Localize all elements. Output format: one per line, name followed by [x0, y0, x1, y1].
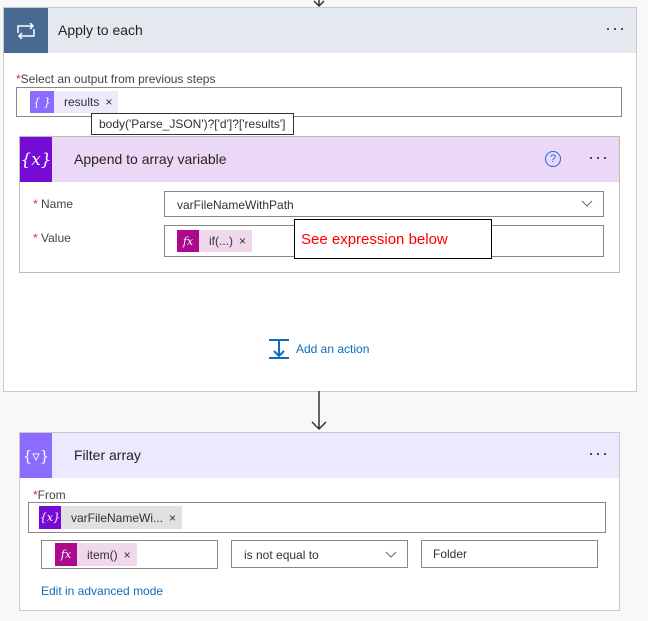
required-mark: * — [33, 231, 38, 245]
help-icon[interactable]: ? — [545, 151, 561, 167]
operator-select[interactable]: is not equal to — [231, 540, 408, 568]
required-mark: * — [33, 197, 38, 211]
select-output-label: *Select an output from previous steps — [16, 72, 215, 86]
fx-icon: fx — [177, 230, 199, 252]
variable-token-label: varFileNameWi... — [71, 510, 164, 525]
remove-token-button[interactable]: × — [105, 95, 118, 109]
operator-select-value: is not equal to — [244, 548, 319, 562]
add-action-button[interactable]: Add an action — [268, 338, 369, 360]
append-title: Append to array variable — [74, 151, 227, 167]
results-token-label: results — [64, 95, 100, 109]
more-options-button[interactable]: ··· — [588, 443, 609, 464]
remove-token-button[interactable]: × — [169, 511, 182, 525]
token-tooltip: body('Parse_JSON')?['d']?['results'] — [91, 113, 294, 135]
apply-to-each-title: Apply to each — [58, 22, 143, 38]
chevron-down-icon — [385, 551, 397, 558]
expression-token-icon: { } — [30, 91, 54, 113]
name-label-text: Name — [41, 197, 74, 211]
connector-arrow — [311, 391, 327, 431]
condition-right-value: Folder — [433, 547, 468, 561]
from-label: *From — [33, 488, 66, 502]
from-input[interactable]: {x} varFileNameWi... × — [28, 502, 606, 533]
value-label-text: Value — [41, 231, 71, 245]
more-options-button[interactable]: ··· — [588, 147, 609, 168]
filter-header[interactable]: {▿} Filter array ··· — [20, 433, 619, 478]
from-label-text: From — [37, 488, 66, 502]
name-label: * Name — [33, 197, 73, 211]
name-select-value: varFileNameWithPath — [177, 198, 294, 212]
results-token[interactable]: { } results × — [30, 91, 119, 113]
if-token-label: if(...) — [209, 234, 233, 248]
loop-icon — [4, 8, 48, 53]
filter-array-card: {▿} Filter array ··· *From {x} varFileNa… — [19, 432, 620, 611]
add-action-icon — [269, 339, 289, 359]
filter-title: Filter array — [74, 447, 141, 463]
apply-to-each-header[interactable]: Apply to each ··· — [4, 8, 636, 53]
chevron-down-icon — [581, 200, 593, 207]
select-output-label-text: Select an output from previous steps — [20, 72, 216, 86]
name-select[interactable]: varFileNameWithPath — [164, 191, 604, 217]
add-action-label: Add an action — [296, 342, 370, 356]
variable-icon: {x} — [20, 137, 52, 182]
remove-token-button[interactable]: × — [124, 548, 137, 562]
variable-icon: {x} — [39, 506, 61, 529]
annotation-box: See expression below — [294, 219, 492, 259]
value-label: * Value — [33, 231, 71, 245]
append-to-array-card: {x} Append to array variable ? ··· * Nam… — [19, 136, 620, 273]
condition-left-input[interactable]: fx item() × — [41, 540, 218, 569]
condition-right-input[interactable]: Folder — [421, 540, 598, 568]
fx-icon: fx — [55, 543, 77, 566]
more-options-button[interactable]: ··· — [605, 18, 626, 39]
item-expression-token[interactable]: fx item() × — [55, 543, 137, 566]
edit-advanced-mode-link[interactable]: Edit in advanced mode — [41, 584, 163, 598]
item-token-label: item() — [87, 547, 118, 562]
remove-token-button[interactable]: × — [239, 234, 252, 248]
variable-token[interactable]: {x} varFileNameWi... × — [39, 506, 183, 529]
if-expression-token[interactable]: fx if(...) × — [177, 230, 253, 252]
filter-icon: {▿} — [20, 433, 52, 478]
append-header[interactable]: {x} Append to array variable ? ··· — [20, 137, 619, 182]
